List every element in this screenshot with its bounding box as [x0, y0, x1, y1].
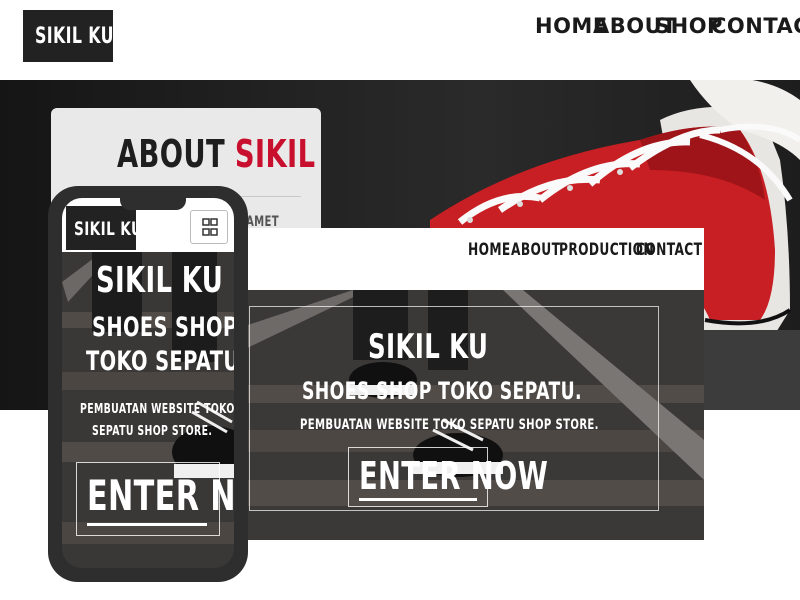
desktop-nav-about[interactable]: ABOUT [511, 240, 560, 260]
nav-contact[interactable]: CONTACT [711, 14, 800, 42]
phone-enter-underline [87, 523, 207, 526]
phone-enter-now-label: ENTER NOW [87, 471, 234, 520]
phone-hero-brand: SIKIL KU [96, 260, 224, 301]
phone-mockup: SIKIL KU SIKIL KU SHOES SHOP TOKO SEPATU… [48, 186, 248, 582]
site-logo-text: SIKIL KU [35, 24, 114, 49]
about-title-accent: SIKIL [234, 132, 316, 176]
about-title: ABOUT SIKIL [117, 132, 316, 176]
desktop-hero-description: PEMBUATAN WEBSITE TOKO SEPATU SHOP STORE… [300, 417, 599, 433]
phone-screen: SIKIL KU SIKIL KU SHOES SHOP TOKO SEPATU… [62, 198, 234, 568]
desktop-mockup: HOME ABOUT PRODUCTION CONTACT SIKIL KU S… [233, 228, 704, 540]
phone-logo-text: SIKIL KU [74, 218, 143, 240]
desktop-enter-now-label: ENTER NOW [359, 454, 549, 498]
desktop-hero: SIKIL KU SHOES SHOP TOKO SEPATU. PEMBUAT… [233, 290, 704, 540]
phone-notch [120, 198, 186, 210]
phone-hero-description-1: PEMBUATAN WEBSITE TOKO [80, 402, 234, 417]
desktop-nav-home[interactable]: HOME [468, 240, 511, 260]
desktop-hero-frame: SIKIL KU SHOES SHOP TOKO SEPATU. PEMBUAT… [249, 306, 659, 511]
phone-hero: SIKIL KU SHOES SHOP TOKO SEPATU. PEMBUAT… [62, 252, 234, 568]
desktop-navbar: HOME ABOUT PRODUCTION CONTACT [233, 228, 704, 290]
phone-enter-now-button[interactable]: ENTER NOW [76, 462, 234, 536]
desktop-enter-underline [359, 498, 477, 501]
desktop-hero-brand: SIKIL KU [368, 327, 489, 367]
hero-floor [700, 330, 800, 410]
desktop-enter-now-button[interactable]: ENTER NOW [348, 447, 548, 507]
desktop-nav-contact[interactable]: CONTACT [636, 240, 702, 260]
phone-hero-subtitle-2: TOKO SEPATU. [86, 346, 234, 377]
phone-menu-button[interactable] [190, 210, 228, 244]
desktop-hero-subtitle: SHOES SHOP TOKO SEPATU. [302, 377, 582, 405]
phone-hero-subtitle-1: SHOES SHOP [92, 312, 234, 343]
phone-hero-description-2: SEPATU SHOP STORE. [92, 424, 213, 439]
grid-menu-icon [202, 218, 218, 236]
phone-logo[interactable]: SIKIL KU [66, 206, 142, 250]
site-logo[interactable]: SIKIL KU [23, 10, 113, 62]
